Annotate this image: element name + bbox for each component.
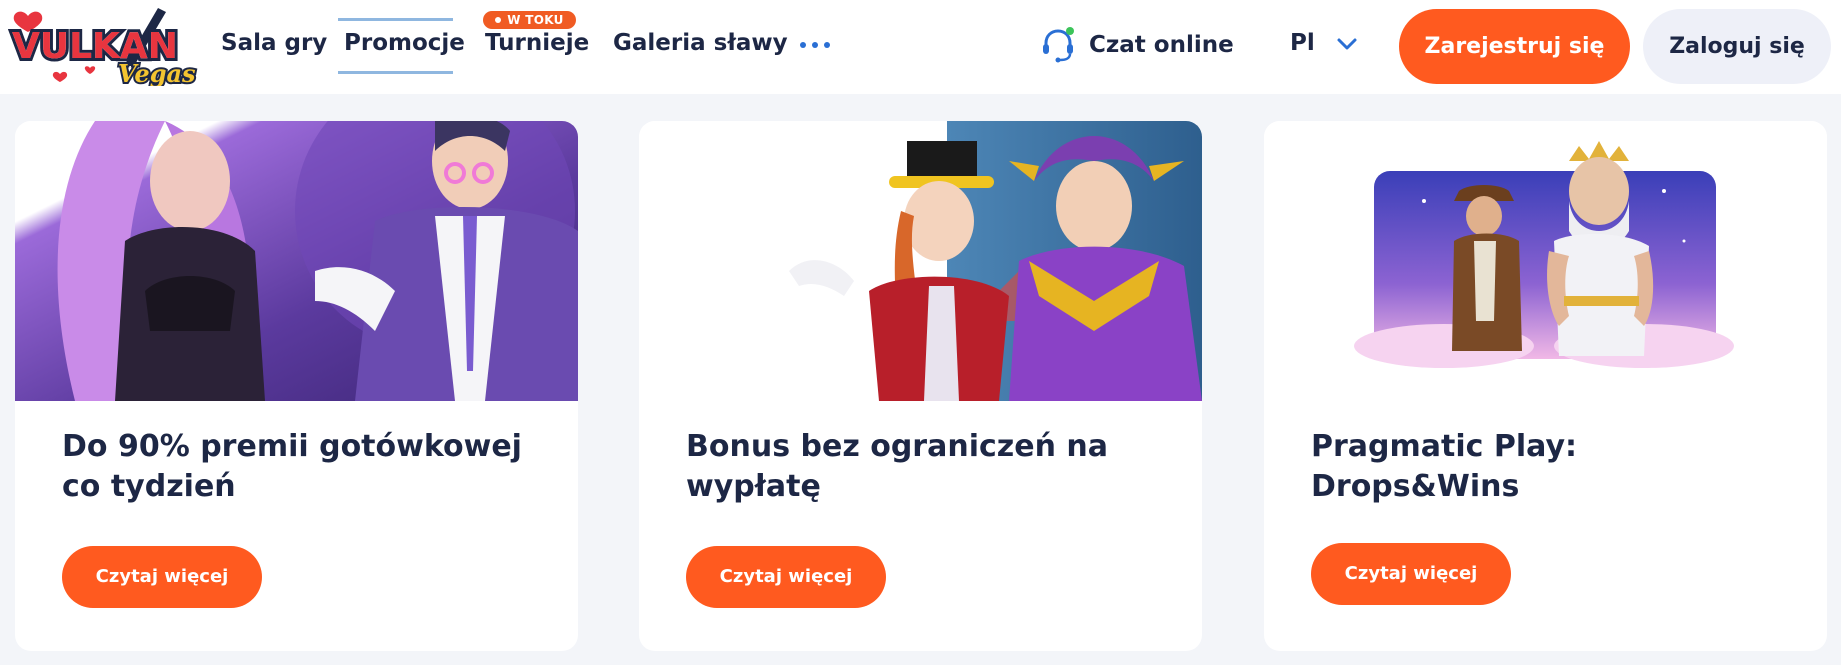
more-menu-button[interactable]	[798, 34, 832, 56]
read-more-button[interactable]: Czytaj więcej	[62, 546, 262, 608]
language-label: Pl	[1290, 30, 1315, 56]
promo-card-title: Pragmatic Play: Drops&Wins	[1311, 429, 1578, 504]
promo-card: Pragmatic Play: Drops&Wins Czytaj więcej	[1264, 121, 1827, 651]
nav-galeria-slawy[interactable]: Galeria sławy	[613, 30, 788, 56]
live-badge: W TOKU	[483, 11, 576, 29]
ellipsis-icon	[824, 42, 830, 48]
read-more-button[interactable]: Czytaj więcej	[686, 546, 886, 608]
adventurer-and-zeus-banner	[1264, 121, 1827, 401]
nav-turnieje[interactable]: Turnieje	[485, 30, 589, 56]
promo-card-title: Bonus bez ograniczeń na wypłatę	[686, 429, 1108, 504]
language-selector[interactable]: Pl	[1290, 30, 1362, 62]
chevron-down-icon	[1337, 38, 1357, 50]
vulkan-vegas-logo[interactable]: VULKAN VULKAN Vegas	[8, 6, 200, 90]
promo-card-title: Do 90% premii gotówkowej co tydzień	[62, 429, 522, 504]
nav-promocje[interactable]: Promocje	[344, 30, 465, 56]
svg-text:Vegas: Vegas	[118, 59, 196, 86]
chat-online-label: Czat online	[1089, 32, 1234, 58]
ellipsis-icon	[812, 42, 818, 48]
ellipsis-icon	[800, 42, 806, 48]
promo-card: Bonus bez ograniczeń na wypłatę Czytaj w…	[639, 121, 1202, 651]
live-badge-label: W TOKU	[507, 13, 564, 27]
register-button[interactable]: Zarejestruj się	[1399, 9, 1630, 84]
site-header: VULKAN VULKAN Vegas Sala gry Promocje W …	[0, 0, 1841, 94]
promo-card: Do 90% premii gotówkowej co tydzień Czyt…	[15, 121, 578, 651]
read-more-button[interactable]: Czytaj więcej	[1311, 543, 1511, 605]
anime-characters-illustration	[15, 121, 578, 401]
nav-sala-gry[interactable]: Sala gry	[221, 30, 327, 56]
ringmaster-and-jester-illustration	[639, 121, 1202, 401]
login-button[interactable]: Zaloguj się	[1643, 9, 1831, 84]
headset-icon	[1043, 27, 1074, 63]
live-dot-icon	[495, 16, 502, 23]
